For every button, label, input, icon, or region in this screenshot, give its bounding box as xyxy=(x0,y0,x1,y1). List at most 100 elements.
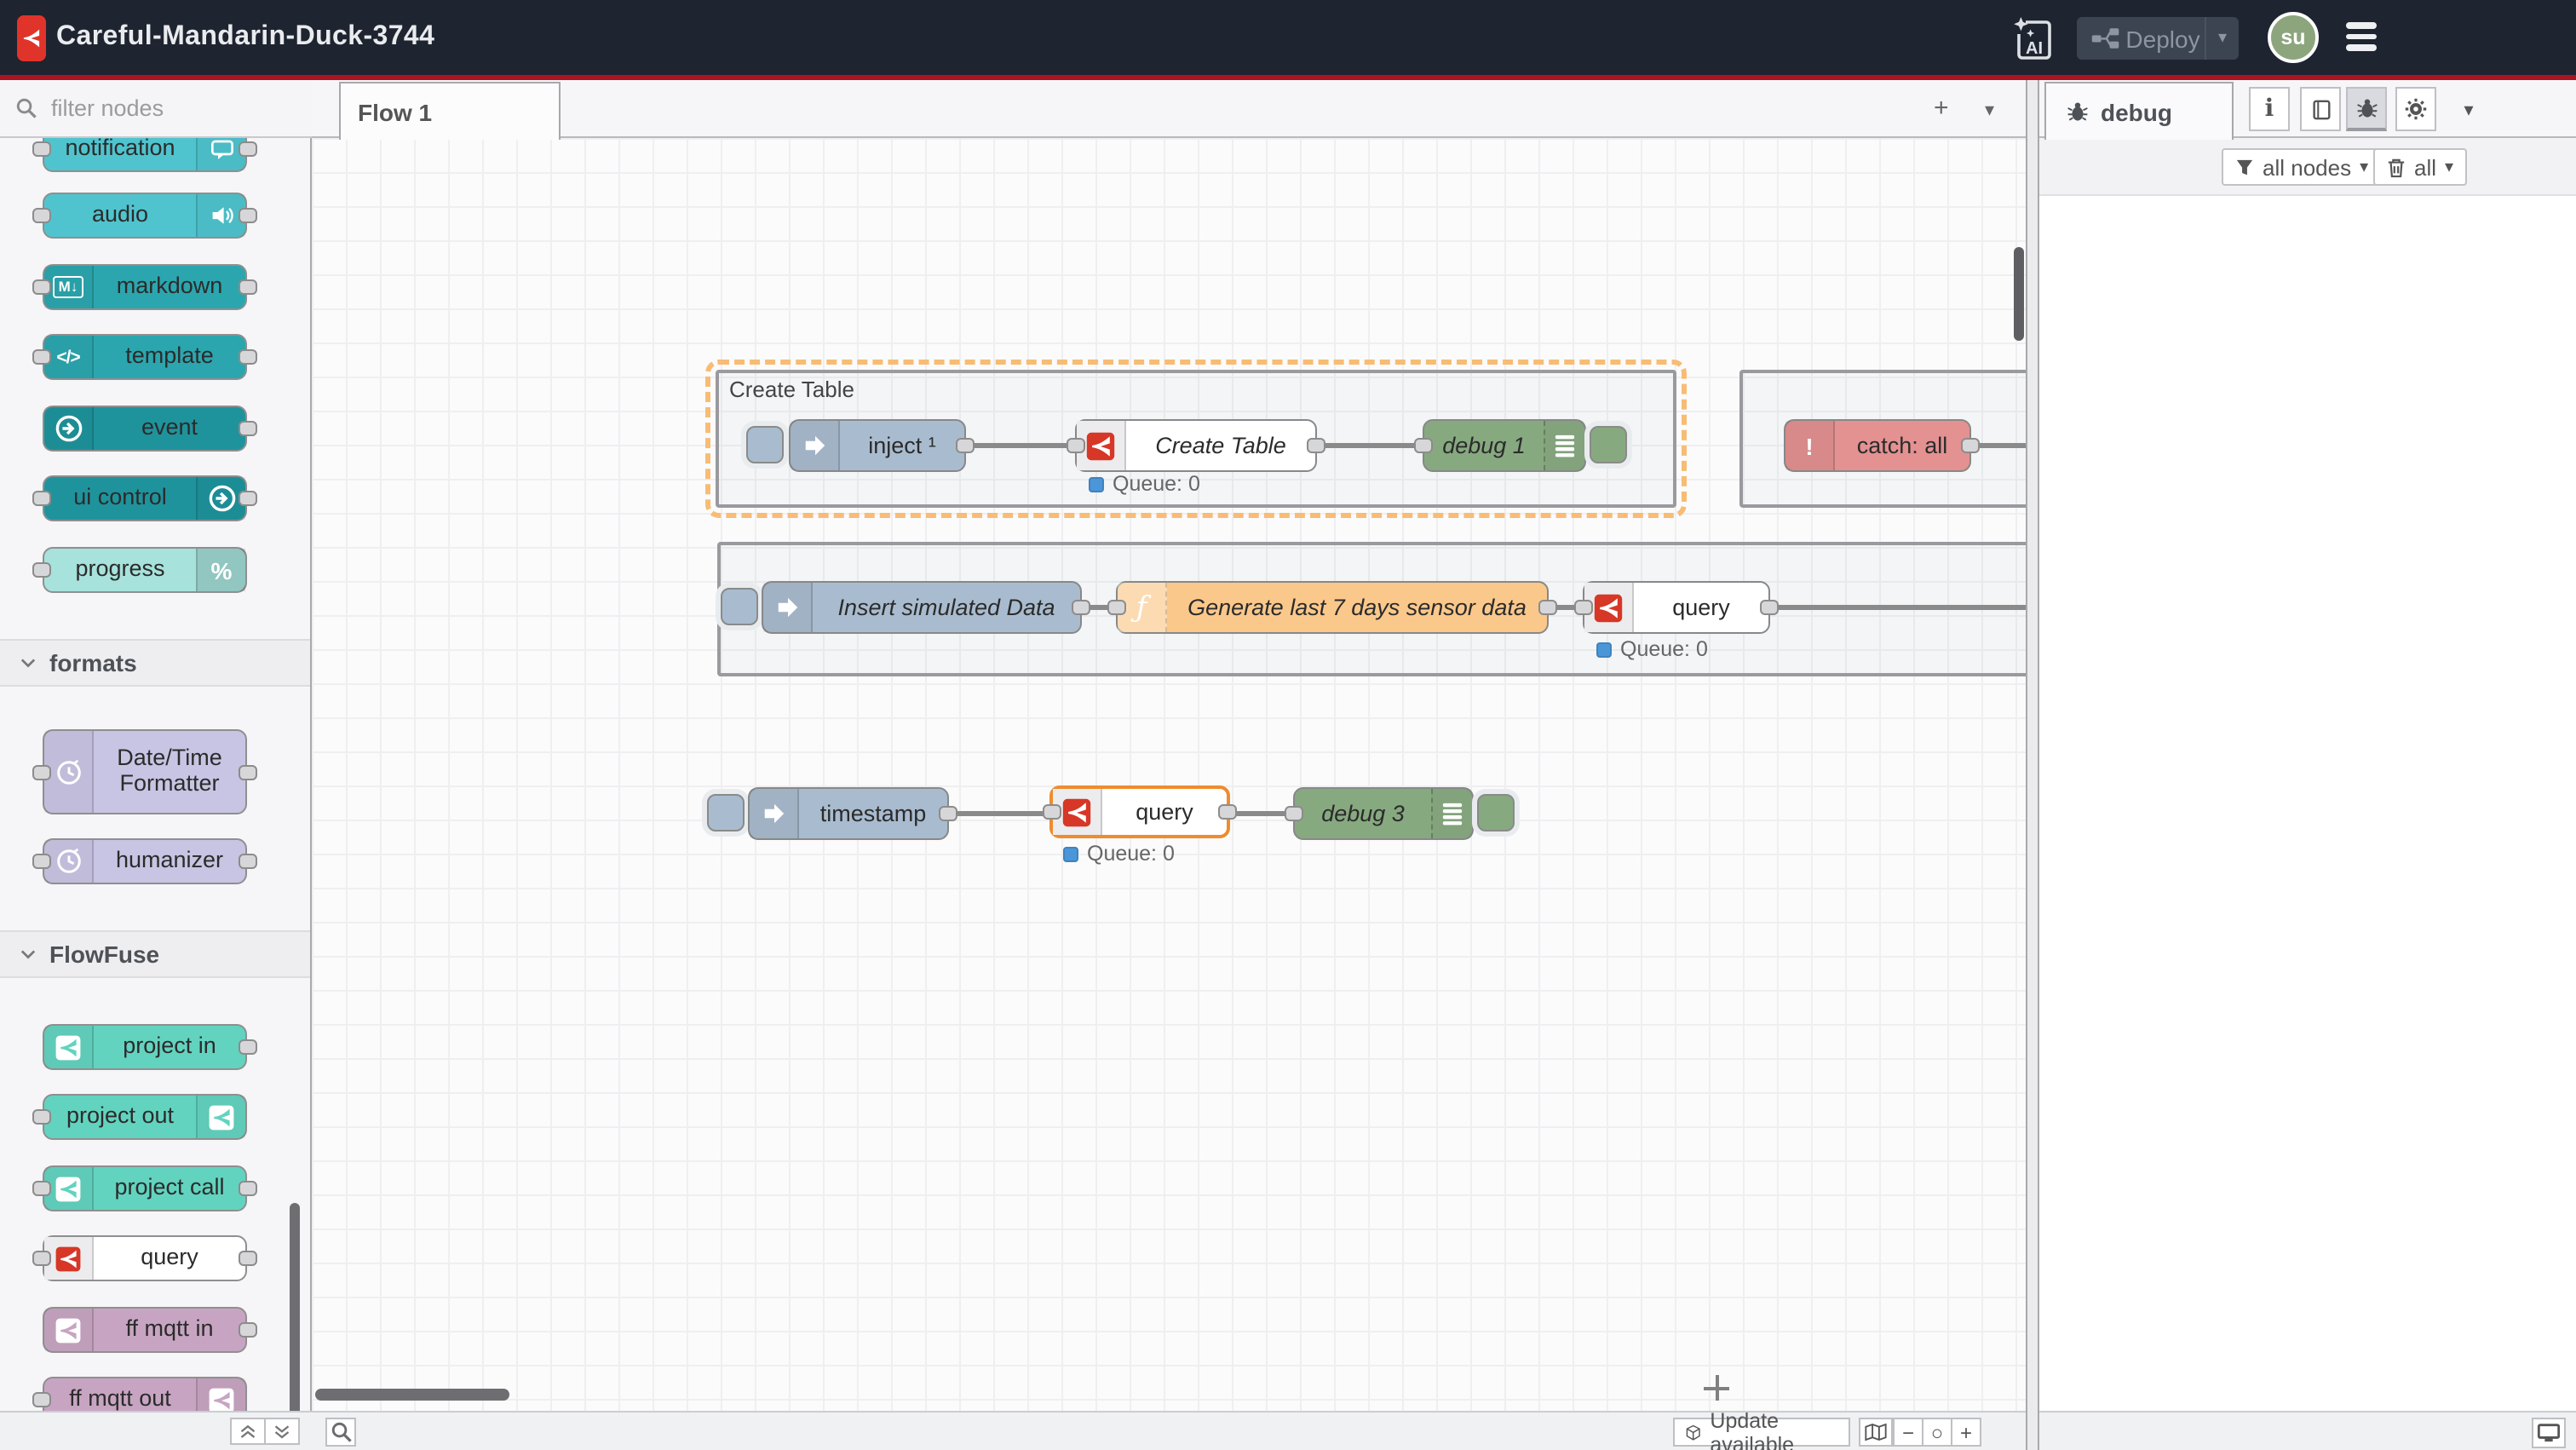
node-input-port[interactable] xyxy=(32,764,51,780)
node-input-port[interactable] xyxy=(1574,600,1593,615)
node-output-port[interactable] xyxy=(1072,600,1090,615)
collapse-all-button[interactable] xyxy=(230,1418,266,1445)
wire[interactable] xyxy=(949,810,1049,815)
canvas-horizontal-scrollbar[interactable] xyxy=(315,1389,509,1401)
inject-trigger-button[interactable] xyxy=(746,426,784,463)
palette-node-ui-control[interactable]: ui control xyxy=(43,475,247,521)
node-input-port[interactable] xyxy=(32,208,51,223)
node-output-port[interactable] xyxy=(1538,600,1557,615)
node-output-port[interactable] xyxy=(239,1322,257,1338)
node-input-port[interactable] xyxy=(32,1392,51,1407)
open-dashboard-button[interactable] xyxy=(2532,1418,2566,1448)
palette-node-project-in[interactable]: project in xyxy=(43,1024,247,1070)
node-output-port[interactable] xyxy=(239,491,257,506)
node-input-port[interactable] xyxy=(32,279,51,295)
node-output-port[interactable] xyxy=(1961,438,1980,453)
node-input-port[interactable] xyxy=(1107,600,1126,615)
expand-all-button[interactable] xyxy=(264,1418,300,1445)
help-tab-button[interactable] xyxy=(2300,87,2341,131)
palette-node-project-call[interactable]: project call xyxy=(43,1165,247,1211)
flow-node-create-table[interactable]: Create Table xyxy=(1075,419,1317,472)
zoom-in-button[interactable]: + xyxy=(1951,1418,1981,1447)
node-input-port[interactable] xyxy=(32,141,51,157)
palette-node-ff-mqtt-in[interactable]: ff mqtt in xyxy=(43,1307,247,1353)
filter-nodes-input[interactable] xyxy=(48,94,269,123)
node-output-port[interactable] xyxy=(239,854,257,869)
update-available-button[interactable]: Update available xyxy=(1673,1418,1850,1447)
flow-canvas[interactable]: Create Table inject ¹ Create T xyxy=(312,138,2026,1411)
user-avatar[interactable]: su xyxy=(2268,12,2319,63)
node-output-port[interactable] xyxy=(956,438,975,453)
node-input-port[interactable] xyxy=(1414,438,1433,453)
flow-node-timestamp[interactable]: timestamp xyxy=(748,787,949,840)
node-output-port[interactable] xyxy=(239,1181,257,1196)
palette-node-event[interactable]: event xyxy=(43,406,247,452)
inject-trigger-button[interactable] xyxy=(707,794,745,831)
flow-node-query-mid[interactable]: query xyxy=(1583,581,1770,634)
palette-node-markdown[interactable]: M↓ markdown xyxy=(43,264,247,310)
filter-nodes-button[interactable]: all nodes ▾ xyxy=(2222,148,2382,186)
node-output-port[interactable] xyxy=(239,764,257,780)
info-tab-button[interactable]: i xyxy=(2249,87,2290,131)
node-output-port[interactable] xyxy=(239,1251,257,1266)
main-menu-button[interactable] xyxy=(2346,22,2377,56)
wire[interactable] xyxy=(966,443,1075,448)
palette-search[interactable] xyxy=(0,80,312,138)
sidebar-options-chevron-icon[interactable]: ▾ xyxy=(2448,87,2489,131)
flow-node-debug1[interactable]: debug 1 xyxy=(1423,419,1586,472)
node-output-port[interactable] xyxy=(239,279,257,295)
deploy-button[interactable]: Deploy ▾ xyxy=(2077,17,2239,60)
wire[interactable] xyxy=(1317,443,1423,448)
node-input-port[interactable] xyxy=(1043,804,1061,820)
debug-tab-button[interactable] xyxy=(2346,87,2387,131)
flow-node-generate-sensor-data[interactable]: ƒ Generate last 7 days sensor data xyxy=(1116,581,1549,634)
node-output-port[interactable] xyxy=(239,421,257,436)
canvas-search-button[interactable] xyxy=(325,1418,356,1447)
tab-flow-1[interactable]: Flow 1 xyxy=(339,82,561,140)
clear-messages-button[interactable]: all ▾ xyxy=(2373,148,2467,186)
sidebar-splitter[interactable] xyxy=(2026,80,2039,1450)
flow-node-debug3[interactable]: debug 3 xyxy=(1293,787,1474,840)
node-input-port[interactable] xyxy=(32,349,51,365)
node-output-port[interactable] xyxy=(239,141,257,157)
node-input-port[interactable] xyxy=(32,491,51,506)
flow-node-catch-all[interactable]: ! catch: all xyxy=(1784,419,1971,472)
palette-scrollbar[interactable] xyxy=(290,1203,300,1411)
palette-section-flowfuse[interactable]: FlowFuse xyxy=(0,930,310,978)
wire[interactable] xyxy=(1230,810,1293,815)
node-output-port[interactable] xyxy=(939,806,957,821)
palette-node-template[interactable]: </> template xyxy=(43,334,247,380)
node-input-port[interactable] xyxy=(32,1181,51,1196)
config-tab-button[interactable] xyxy=(2395,87,2436,131)
tab-debug[interactable]: debug xyxy=(2044,82,2234,140)
palette-node-query[interactable]: query xyxy=(43,1235,247,1281)
canvas-vertical-scrollbar[interactable] xyxy=(2014,247,2024,341)
node-input-port[interactable] xyxy=(1285,806,1303,821)
node-output-port[interactable] xyxy=(1307,438,1325,453)
flow-list-chevron-icon[interactable]: ▾ xyxy=(1985,99,1994,121)
palette-node-notification[interactable]: notification xyxy=(43,138,247,172)
palette-node-audio[interactable]: audio xyxy=(43,193,247,239)
zoom-out-button[interactable]: − xyxy=(1893,1418,1923,1447)
node-output-port[interactable] xyxy=(239,349,257,365)
palette-node-ff-mqtt-out[interactable]: ff mqtt out xyxy=(43,1377,247,1411)
palette-node-project-out[interactable]: project out xyxy=(43,1094,247,1140)
flow-node-inject1[interactable]: inject ¹ xyxy=(789,419,966,472)
zoom-reset-button[interactable]: ○ xyxy=(1922,1418,1952,1447)
node-output-port[interactable] xyxy=(1218,804,1237,820)
node-input-port[interactable] xyxy=(32,1109,51,1125)
debug-toggle-button[interactable] xyxy=(1477,794,1515,831)
node-input-port[interactable] xyxy=(1067,438,1085,453)
inject-trigger-button[interactable] xyxy=(721,588,758,625)
minimap-button[interactable] xyxy=(1859,1418,1893,1447)
deploy-options-chevron-icon[interactable]: ▾ xyxy=(2205,17,2239,60)
add-flow-button[interactable]: + xyxy=(1934,94,1949,123)
flow-node-query-selected[interactable]: query xyxy=(1049,785,1230,838)
node-input-port[interactable] xyxy=(32,562,51,578)
palette-section-formats[interactable]: formats xyxy=(0,639,310,687)
node-output-port[interactable] xyxy=(1760,600,1779,615)
ai-assistant-button[interactable]: AI xyxy=(2010,15,2053,61)
node-output-port[interactable] xyxy=(239,1039,257,1055)
debug-toggle-button[interactable] xyxy=(1590,426,1627,463)
wire[interactable] xyxy=(1770,605,2026,610)
